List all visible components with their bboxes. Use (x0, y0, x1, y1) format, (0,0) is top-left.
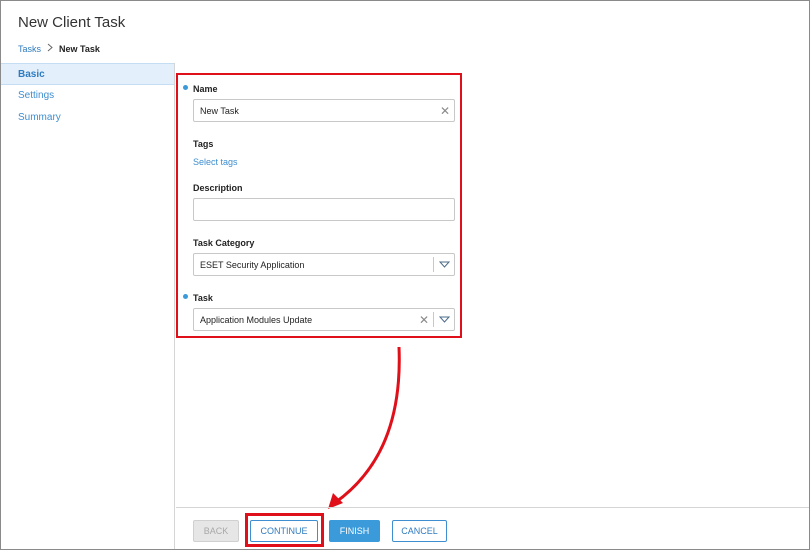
sidebar-item-summary[interactable]: Summary (1, 107, 174, 129)
required-indicator-icon (183, 85, 188, 90)
page-header: New Client Task Tasks New Task (18, 14, 125, 54)
cancel-button[interactable]: CANCEL (392, 520, 447, 542)
breadcrumb-tasks-link[interactable]: Tasks (18, 44, 41, 54)
clear-icon[interactable]: ✕ (415, 313, 433, 327)
chevron-down-icon[interactable] (434, 261, 454, 268)
description-input[interactable] (193, 198, 455, 221)
required-indicator-icon (183, 294, 188, 299)
page-title: New Client Task (18, 14, 126, 31)
tags-label: Tags (193, 139, 214, 149)
chevron-right-icon (47, 43, 53, 54)
chevron-down-icon[interactable] (434, 316, 454, 323)
task-category-select[interactable]: ESET Security Application (193, 253, 455, 276)
basic-form-section: Name New Task ✕ Tags Select tags Descrip… (176, 73, 462, 338)
task-value: Application Modules Update (200, 314, 313, 325)
clear-icon[interactable]: ✕ (436, 104, 454, 118)
continue-highlight-box (245, 513, 324, 547)
description-label: Description (193, 183, 243, 193)
task-label: Task (193, 293, 213, 303)
breadcrumb-current: New Task (59, 43, 100, 54)
name-input-value: New Task (200, 105, 239, 116)
select-tags-link[interactable]: Select tags (193, 157, 238, 167)
task-category-label: Task Category (193, 238, 255, 248)
task-category-value: ESET Security Application (200, 259, 305, 270)
wizard-sidebar: Basic Settings Summary (1, 63, 175, 549)
sidebar-item-basic[interactable]: Basic (1, 63, 174, 85)
name-input[interactable]: New Task ✕ (193, 99, 455, 122)
task-select[interactable]: Application Modules Update ✕ (193, 308, 455, 331)
breadcrumb: Tasks New Task (18, 43, 125, 54)
back-button[interactable]: BACK (193, 520, 239, 542)
finish-button[interactable]: FINISH (329, 520, 380, 542)
name-label: Name (193, 84, 218, 94)
sidebar-item-settings[interactable]: Settings (1, 85, 174, 107)
